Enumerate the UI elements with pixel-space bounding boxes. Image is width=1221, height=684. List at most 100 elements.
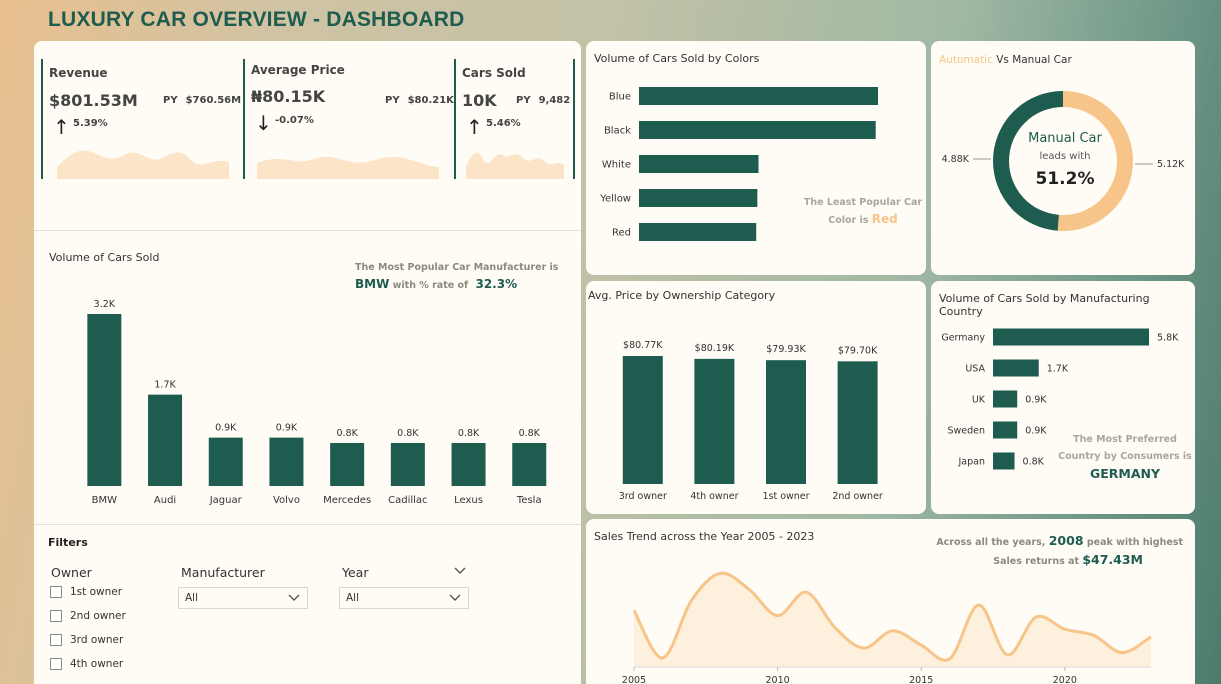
- data-label: 0.8K: [336, 428, 358, 439]
- bar: [993, 328, 1149, 346]
- data-label: 0.8K: [1023, 457, 1045, 468]
- bar: [390, 443, 425, 486]
- manufacturer-filter-label: Manufacturer: [181, 565, 265, 580]
- divider: [34, 524, 581, 525]
- bar: [451, 443, 486, 486]
- category-label: 1st owner: [762, 491, 809, 502]
- category-label: 2nd owner: [832, 491, 883, 502]
- sparkline: [466, 152, 564, 179]
- data-label: 5.8K: [1157, 333, 1179, 344]
- year-filter-label: Year: [342, 565, 369, 580]
- kpi-prior-year: PY $760.56M: [163, 95, 242, 106]
- bar: [87, 314, 122, 486]
- category-label: Jaguar: [209, 495, 243, 506]
- owner-filter-label: Owner: [51, 565, 92, 580]
- bar: [639, 87, 878, 105]
- slice-label: 4.88K: [942, 154, 970, 165]
- chevron-down-icon[interactable]: [453, 563, 467, 577]
- data-label: $80.77K: [623, 340, 663, 351]
- data-label: 0.8K: [519, 428, 541, 439]
- owner-option[interactable]: 1st owner: [50, 586, 122, 598]
- bar: [330, 443, 365, 486]
- divider: [34, 230, 581, 231]
- owner-option[interactable]: 3rd owner: [50, 634, 123, 646]
- area-fill: [634, 573, 1151, 667]
- data-label: 1.7K: [1047, 364, 1069, 375]
- arrow-up-icon: ↑: [53, 115, 70, 139]
- kpi-average-price[interactable]: Average Price ₦80.15K PY $80.21K ↓ -0.07%: [243, 59, 454, 179]
- checkbox[interactable]: [50, 610, 62, 622]
- bar: [639, 121, 876, 139]
- category-label: USA: [965, 364, 985, 375]
- owner-option[interactable]: 4th owner: [50, 658, 123, 670]
- bar: [993, 421, 1018, 439]
- data-label: $79.93K: [766, 344, 806, 355]
- category-label: Tesla: [516, 495, 542, 506]
- checkbox[interactable]: [50, 658, 62, 670]
- data-label: 0.8K: [458, 428, 480, 439]
- checkbox[interactable]: [50, 586, 62, 598]
- chart-note: The Most Preferred Country by Consumers …: [1058, 434, 1192, 481]
- kpi-change: -0.07%: [275, 115, 314, 126]
- category-label: Sweden: [947, 426, 985, 437]
- country-card: Volume of Cars Sold by Manufacturing Cou…: [931, 281, 1195, 514]
- bar: [694, 358, 735, 484]
- category-label: 3rd owner: [619, 491, 667, 502]
- category-label: Blue: [609, 92, 631, 103]
- chevron-down-icon: [449, 594, 461, 601]
- sales-trend-area-chart: 2005 2010 2015 2020: [622, 571, 1152, 684]
- kpi-change: 5.46%: [486, 118, 521, 129]
- donut-center-sub: leads with: [1039, 151, 1091, 162]
- bar: [208, 437, 243, 486]
- kpi-value: ₦80.15K: [251, 87, 326, 106]
- transmission-card: Automatic Vs Manual Car 4.88K 5.12K Manua…: [931, 41, 1195, 275]
- chart-title: Volume of Cars Sold by Colors: [594, 52, 760, 65]
- kpi-prior-year: PY 9,482: [516, 95, 571, 106]
- bar: [993, 359, 1039, 377]
- bar: [622, 356, 663, 484]
- bar: [766, 360, 806, 484]
- x-tick-label: 2005: [622, 675, 646, 684]
- category-label: Germany: [941, 333, 985, 344]
- owner-option[interactable]: 2nd owner: [50, 610, 126, 622]
- donut-center-title: Manual Car: [1028, 131, 1102, 146]
- data-label: 1.7K: [154, 380, 176, 391]
- bar: [639, 189, 758, 207]
- kpi-value: $801.53M: [49, 91, 138, 110]
- manufacturer-bar-chart: 3.2K BMW 1.7K Audi 0.9K Jaguar 0.9K Volvo 0.8K Me…: [87, 299, 547, 506]
- kpi-cars-sold[interactable]: Cars Sold 10K PY 9,482 ↑ 5.46%: [454, 59, 575, 179]
- chart-note: The Least Popular Car Color is Red: [803, 197, 923, 226]
- category-label: 4th owner: [690, 491, 738, 502]
- colors-card: Volume of Cars Sold by Colors Blue Black W…: [586, 41, 926, 275]
- slice-label: 5.12K: [1157, 159, 1185, 170]
- kpi-label: Cars Sold: [462, 66, 526, 80]
- category-label: White: [602, 160, 631, 171]
- dashboard-title: LUXURY CAR OVERVIEW - DASHBOARD: [48, 8, 465, 31]
- kpi-label: Revenue: [49, 66, 108, 80]
- ownership-card: Avg. Price by Ownership Category $80.77K…: [586, 281, 926, 514]
- sparkline: [257, 156, 439, 179]
- manufacturer-dropdown[interactable]: All: [178, 587, 308, 609]
- chart-note: The Most Popular Car Manufacturer is: [355, 262, 559, 273]
- arrow-up-icon: ↑: [466, 115, 483, 139]
- year-dropdown[interactable]: All: [339, 587, 469, 609]
- kpi-prior-year: PY $80.21K: [385, 95, 454, 106]
- data-label: 0.9K: [1025, 395, 1047, 406]
- category-label: Japan: [958, 457, 986, 468]
- kpi-change: 5.39%: [73, 118, 108, 129]
- checkbox[interactable]: [50, 634, 62, 646]
- category-label: Volvo: [273, 495, 300, 506]
- data-label: 0.9K: [276, 423, 298, 434]
- category-label: Black: [604, 126, 631, 137]
- data-label: 0.8K: [397, 428, 419, 439]
- data-label: $80.19K: [695, 343, 735, 354]
- kpi-revenue[interactable]: Revenue $801.53M PY $760.56M ↑ 5.39%: [41, 59, 241, 179]
- bar: [837, 361, 878, 484]
- x-tick-label: 2010: [766, 675, 790, 684]
- country-bar-chart: Germany 5.8K USA 1.7K UK 0.9K Sweden 0.9K Japan 0…: [941, 328, 1179, 470]
- ownership-bar-chart: $80.77K 3rd owner $80.19K 4th owner $79.93K 1…: [619, 340, 883, 502]
- arrow-down-icon: ↓: [255, 111, 272, 135]
- chart-title: Sales Trend across the Year 2005 - 2023: [594, 530, 815, 543]
- category-label: Audi: [154, 495, 176, 506]
- x-tick-label: 2020: [1053, 675, 1077, 684]
